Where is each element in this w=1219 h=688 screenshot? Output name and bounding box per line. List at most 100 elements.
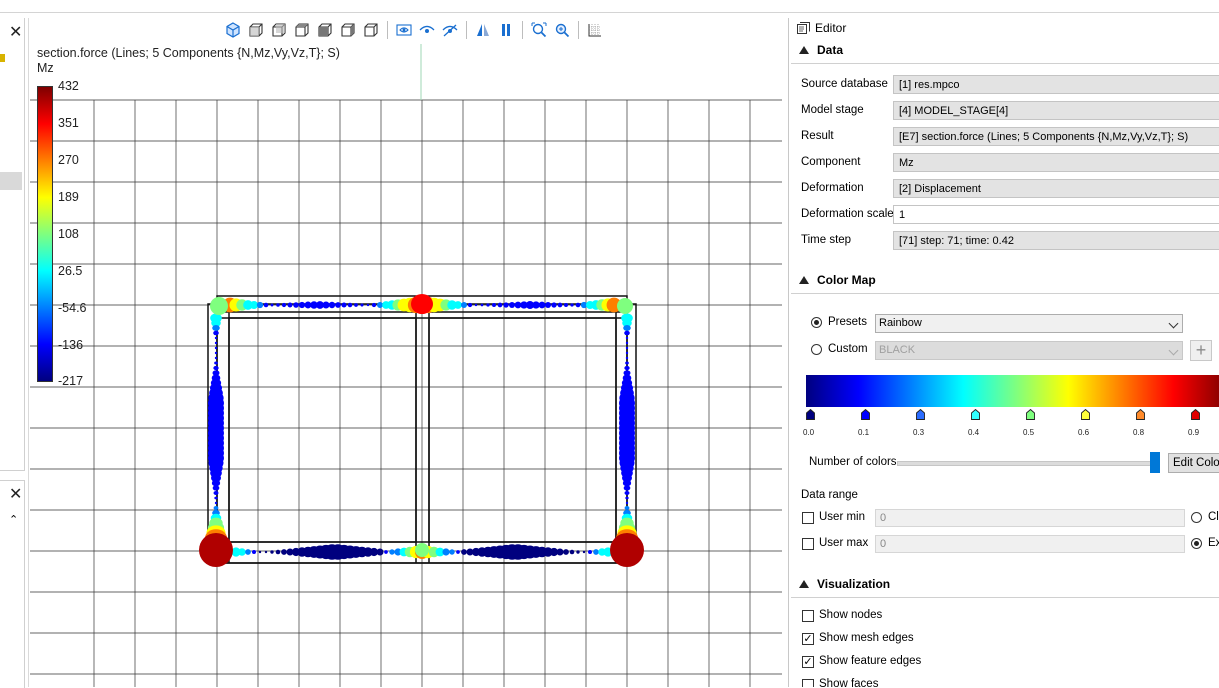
deformation-scale-label: Deformation scale (801, 208, 894, 220)
colorbar-tick-label: 351 (58, 116, 79, 130)
result-field[interactable]: [E7] section.force (Lines; 5 Components … (893, 127, 1219, 146)
presets-dropdown[interactable]: Rainbow (875, 314, 1183, 333)
collapse-icon[interactable] (799, 580, 809, 588)
colormap-stop-marker[interactable] (1191, 408, 1200, 420)
force-glyph (212, 324, 220, 332)
iso-view-icon[interactable] (222, 19, 244, 41)
force-glyph (456, 550, 460, 554)
colorbar-tick-label: -217 (58, 374, 84, 388)
force-glyph (625, 336, 629, 340)
number-of-colors-slider[interactable] (897, 461, 1153, 466)
custom-dropdown[interactable]: BLACK (875, 341, 1183, 360)
user-max-input[interactable]: 0 (875, 535, 1185, 553)
hide-eye-icon[interactable] (439, 19, 461, 41)
show-nodes-checkbox[interactable] (802, 610, 814, 622)
close-icon[interactable]: ✕ (9, 25, 22, 41)
force-glyph (556, 548, 564, 556)
time-step-field[interactable]: [71] step: 71; time: 0.42 (893, 231, 1219, 250)
presets-radio[interactable] (811, 317, 822, 328)
show-faces-checkbox[interactable] (802, 679, 814, 687)
user-min-checkbox[interactable] (802, 512, 814, 524)
force-glyph (497, 302, 503, 308)
slider-handle[interactable] (1150, 452, 1160, 473)
show-feature-edges-checkbox[interactable]: ✓ (802, 656, 814, 668)
user-max-checkbox[interactable] (802, 538, 814, 550)
parallel-icon[interactable] (495, 19, 517, 41)
colormap-stop-marker[interactable] (1026, 408, 1035, 420)
colormap-stop-marker[interactable] (971, 408, 980, 420)
force-glyph (214, 361, 218, 365)
show-grid-icon[interactable] (393, 19, 415, 41)
perspective-icon[interactable] (472, 19, 494, 41)
force-glyph (389, 549, 395, 555)
clip-radio[interactable] (1191, 512, 1202, 523)
colormap-stop-marker[interactable] (806, 408, 815, 420)
force-glyph (576, 550, 580, 554)
bottom-view-icon[interactable] (314, 19, 336, 41)
section-divider (791, 293, 1219, 294)
zoom-fit-icon[interactable] (528, 19, 550, 41)
editor-panel: Editor Data Source database [1] res.mpco… (788, 18, 1219, 687)
force-glyph (377, 302, 383, 308)
source-database-field[interactable]: [1] res.mpco (893, 75, 1219, 94)
left-view-icon[interactable] (337, 19, 359, 41)
model-stage-field[interactable]: [4] MODEL_STAGE[4] (893, 101, 1219, 120)
collapse-icon[interactable] (799, 46, 809, 54)
show-faces-label: Show faces (819, 678, 879, 687)
extend-radio[interactable] (1191, 538, 1202, 549)
deformation-scale-input[interactable]: 1 (893, 205, 1219, 224)
colormap-section-header[interactable]: Color Map (799, 273, 876, 287)
presets-value: Rainbow (879, 317, 922, 329)
user-min-input[interactable]: 0 (875, 509, 1185, 527)
data-section-header[interactable]: Data (799, 43, 843, 57)
selected-item[interactable] (0, 172, 22, 190)
force-glyph (474, 303, 478, 307)
edit-color-button[interactable]: Edit Color (1168, 453, 1219, 473)
colormap-stop-marker[interactable] (916, 408, 925, 420)
colormap-stop-marker[interactable] (1081, 408, 1090, 420)
show-mesh-edges-label: Show mesh edges (819, 632, 914, 644)
deformation-label: Deformation (801, 182, 864, 194)
force-glyph (371, 302, 377, 308)
section-divider (791, 63, 1219, 64)
deformation-field[interactable]: [2] Displacement (893, 179, 1219, 198)
collapse-icon[interactable] (799, 276, 809, 284)
force-glyph (212, 485, 220, 491)
colormap-stop-marker[interactable] (861, 408, 870, 420)
panel-splitter[interactable] (28, 18, 29, 687)
force-glyph (557, 302, 563, 308)
scroll-up-icon[interactable]: ⌃ (9, 513, 18, 526)
force-glyph (625, 346, 629, 350)
component-field[interactable]: Mz (893, 153, 1219, 172)
force-glyph (569, 549, 575, 555)
force-glyph (258, 550, 262, 554)
force-glyph (545, 302, 551, 308)
force-glyph (625, 361, 629, 365)
force-glyph (570, 303, 574, 307)
colormap-stop-label: 0.4 (968, 428, 980, 437)
front-view-icon[interactable] (245, 19, 267, 41)
grid-settings-icon[interactable] (584, 19, 606, 41)
force-glyph (250, 301, 258, 309)
background-grid (30, 99, 782, 687)
show-eye-icon[interactable] (416, 19, 438, 41)
colorbar-tick-label: 432 (58, 79, 79, 93)
colormap-preview[interactable] (806, 375, 1219, 407)
show-mesh-edges-checkbox[interactable]: ✓ (802, 633, 814, 645)
close-icon[interactable]: ✕ (9, 487, 22, 503)
colormap-stop-marker[interactable] (1136, 408, 1145, 420)
custom-radio[interactable] (811, 344, 822, 355)
toolbar-separator (387, 21, 388, 39)
zoom-icon[interactable] (551, 19, 573, 41)
force-glyph (492, 303, 496, 307)
right-view-icon[interactable] (360, 19, 382, 41)
force-glyph (199, 533, 233, 567)
visualization-section-header[interactable]: Visualization (799, 577, 890, 591)
colormap-stop-label: 0.5 (1023, 428, 1035, 437)
back-view-icon[interactable] (268, 19, 290, 41)
3d-viewport[interactable] (30, 44, 782, 687)
top-view-icon[interactable] (291, 19, 313, 41)
viewport-canvas[interactable] (30, 44, 782, 687)
force-glyph (582, 550, 586, 554)
add-color-button[interactable]: + (1190, 340, 1212, 361)
